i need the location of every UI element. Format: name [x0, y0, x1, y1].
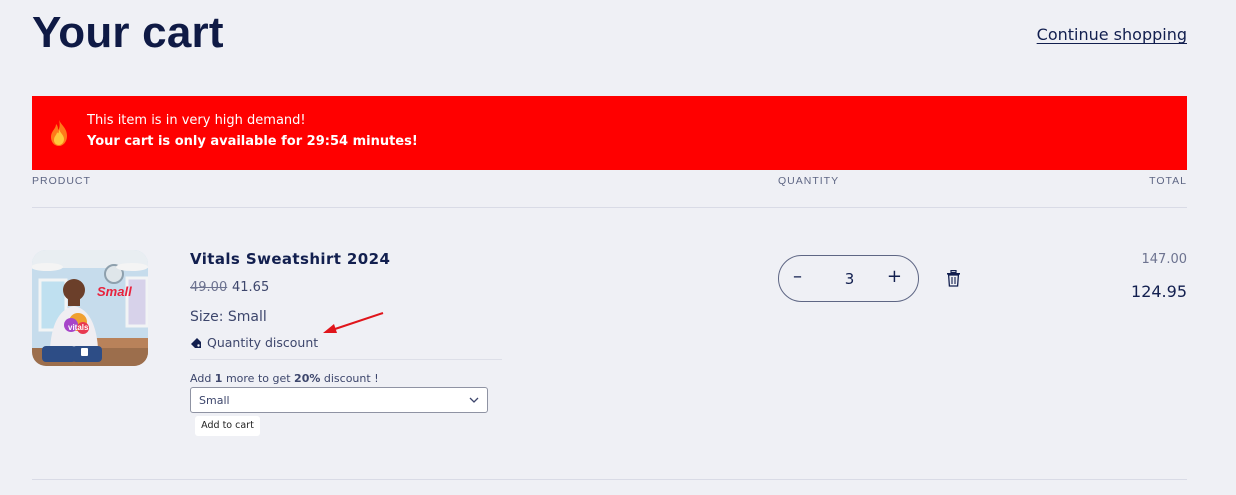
- quantity-discount-label: Quantity discount: [207, 335, 319, 350]
- banner-message: This item is in very high demand!: [87, 113, 306, 128]
- image-size-label: Small: [97, 284, 132, 299]
- divider: [190, 359, 502, 360]
- column-header-product: PRODUCT: [32, 175, 91, 187]
- product-name[interactable]: Vitals Sweatshirt 2024: [190, 250, 390, 268]
- tag-icon: [191, 338, 201, 348]
- urgency-banner: This item is in very high demand! Your c…: [32, 96, 1187, 170]
- column-header-total: TOTAL: [1149, 175, 1187, 187]
- size-select[interactable]: Small: [190, 387, 488, 413]
- upsell-message: Add 1 more to get 20% discount !: [190, 372, 379, 385]
- fire-icon: [51, 120, 67, 146]
- line-total-discounted: 124.95: [1131, 282, 1187, 301]
- product-size: Size: Small: [190, 309, 267, 325]
- quantity-stepper: – 3 +: [778, 255, 919, 302]
- shirt-logo-text: vitals: [68, 323, 89, 332]
- discounted-price: 41.65: [232, 280, 270, 295]
- column-header-quantity: QUANTITY: [778, 175, 840, 187]
- banner-timer-message: Your cart is only available for 29:54 mi…: [87, 134, 418, 149]
- size-select-value: Small: [199, 394, 230, 407]
- product-image[interactable]: vitals Small: [32, 250, 148, 366]
- red-arrow-annotation: [323, 312, 384, 333]
- continue-shopping-link[interactable]: Continue shopping: [1037, 25, 1187, 44]
- increase-quantity-button[interactable]: +: [887, 266, 902, 287]
- quantity-discount-badge: Quantity discount: [190, 335, 318, 350]
- page-title: Your cart: [32, 8, 224, 57]
- chevron-down-icon: [469, 397, 479, 403]
- divider: [32, 479, 1187, 480]
- original-price: 49.00: [190, 280, 228, 295]
- add-to-cart-button[interactable]: Add to cart: [195, 416, 260, 436]
- line-total-original: 147.00: [1141, 252, 1188, 267]
- trash-icon[interactable]: [946, 270, 961, 287]
- divider: [32, 207, 1187, 208]
